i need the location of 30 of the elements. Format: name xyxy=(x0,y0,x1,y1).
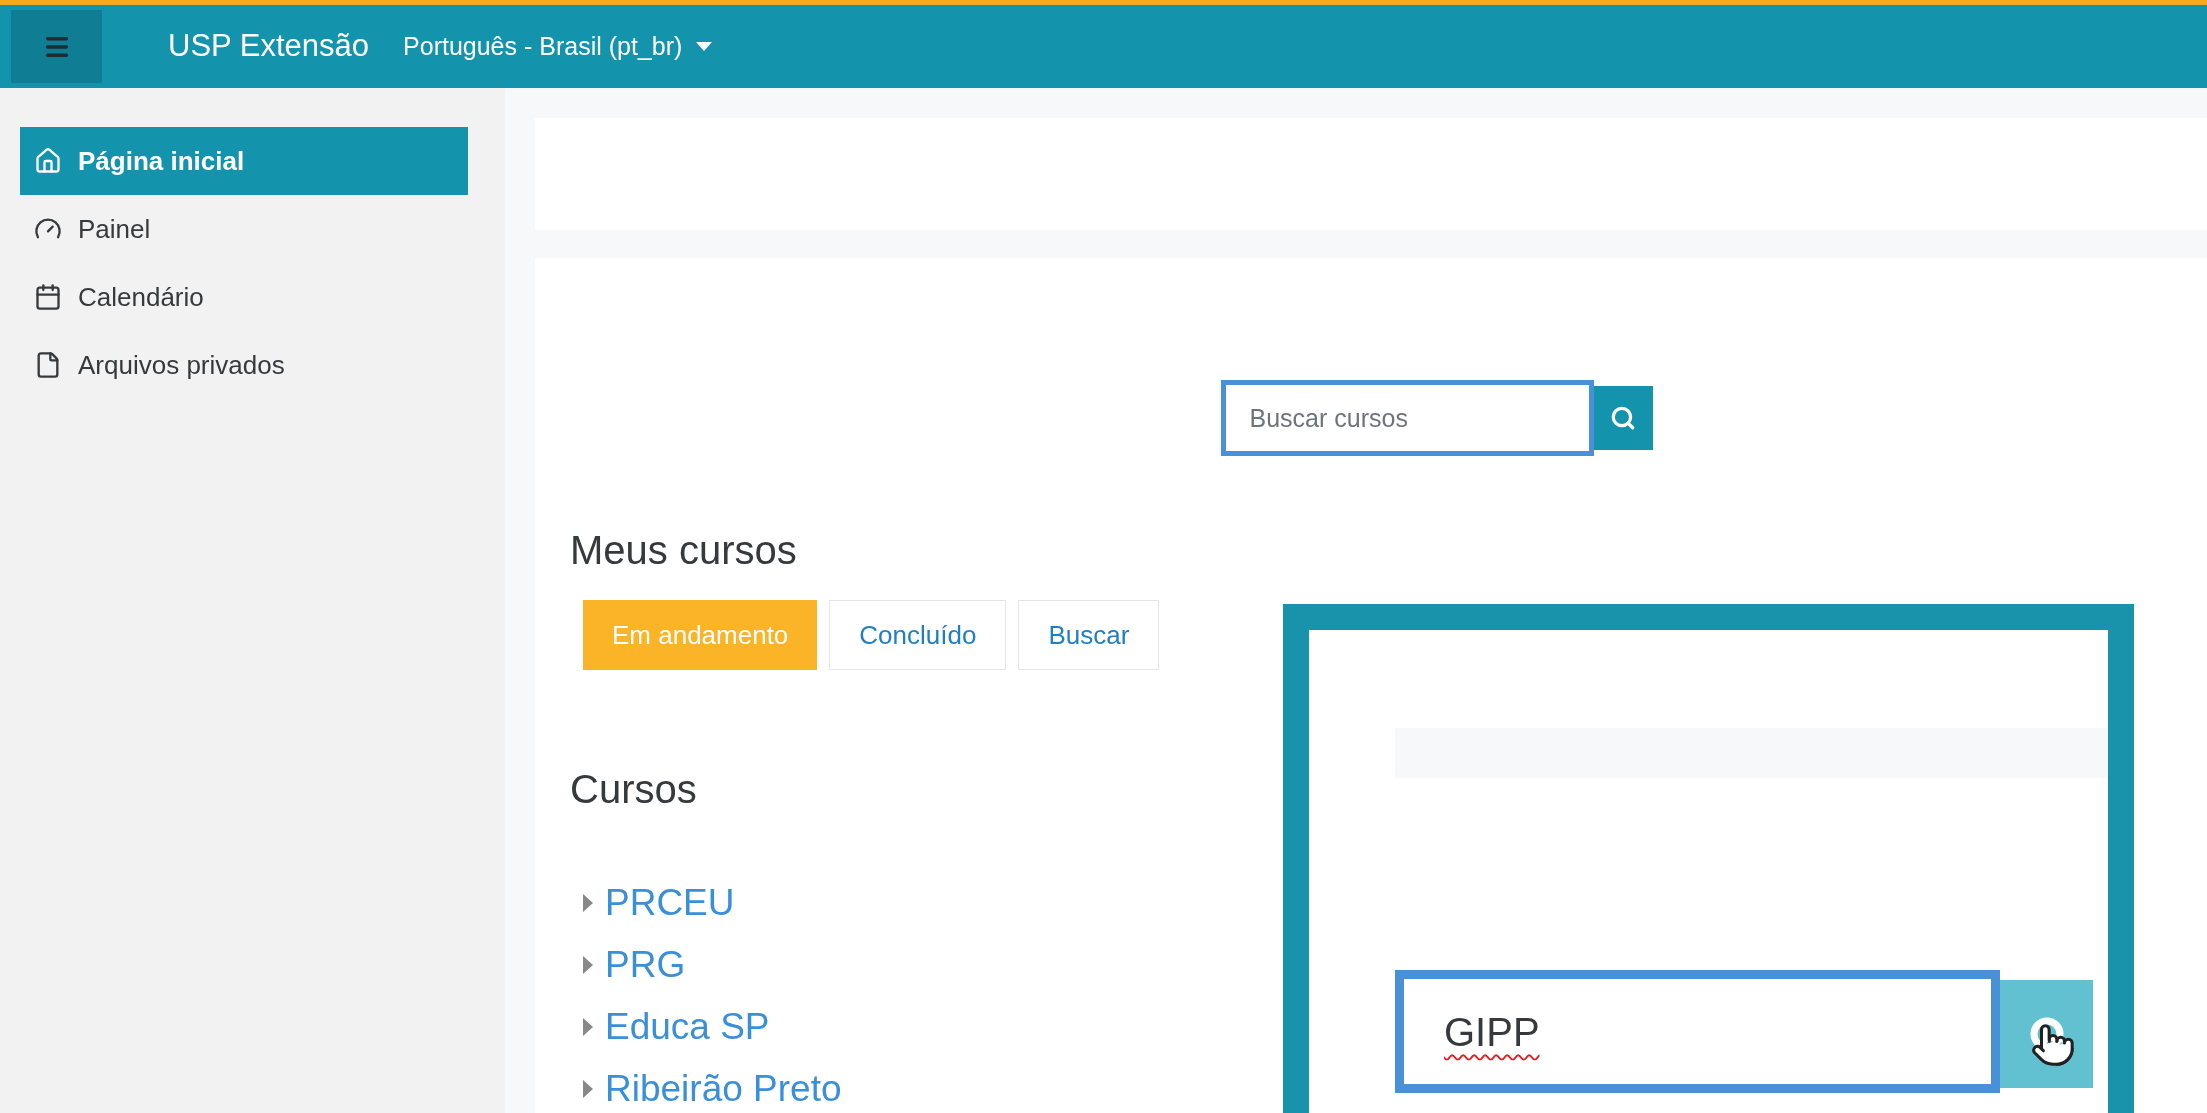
calendar-icon xyxy=(34,283,62,311)
language-menu[interactable]: Português - Brasil (pt_br) xyxy=(403,27,713,66)
section-heading: Meus cursos xyxy=(570,530,797,570)
hand-cursor-icon xyxy=(2030,1022,2076,1068)
sidebar-item[interactable]: Calendário xyxy=(20,263,468,331)
course-filter-tab[interactable]: Concluído xyxy=(829,600,1007,670)
section-heading: Cursos xyxy=(570,769,697,809)
caret-icon xyxy=(696,42,713,51)
inset-search-field[interactable]: GIPP xyxy=(1395,970,2000,1093)
caret-right-icon xyxy=(583,1080,593,1098)
sidebar-item[interactable]: Painel xyxy=(20,195,468,263)
caret-right-icon xyxy=(583,1018,593,1036)
course-search-field[interactable]: Buscar cursos xyxy=(1220,380,1594,456)
inset-search-button[interactable] xyxy=(2000,980,2093,1088)
course-filter-tab[interactable]: Buscar xyxy=(1018,600,1160,670)
ring-icon xyxy=(2028,1016,2065,1052)
course-category-link[interactable]: PRG xyxy=(583,941,686,989)
site-title[interactable]: USP Extensão xyxy=(168,23,370,70)
search-input-text: GIPP xyxy=(1444,1008,1540,1056)
search-icon xyxy=(1610,405,1636,431)
course-category-link[interactable]: Ribeirão Preto xyxy=(583,1065,842,1113)
sidebar-item[interactable]: Página inicial xyxy=(20,127,468,195)
caret-right-icon xyxy=(583,956,593,974)
menu-button[interactable] xyxy=(11,10,102,83)
home-icon xyxy=(34,147,62,175)
sidebar-item[interactable]: Arquivos privados xyxy=(20,331,468,399)
course-category-link[interactable]: Educa SP xyxy=(583,1003,770,1051)
search-button[interactable] xyxy=(1593,386,1653,450)
caret-right-icon xyxy=(583,894,593,912)
course-category-link[interactable]: PRCEU xyxy=(583,879,735,927)
